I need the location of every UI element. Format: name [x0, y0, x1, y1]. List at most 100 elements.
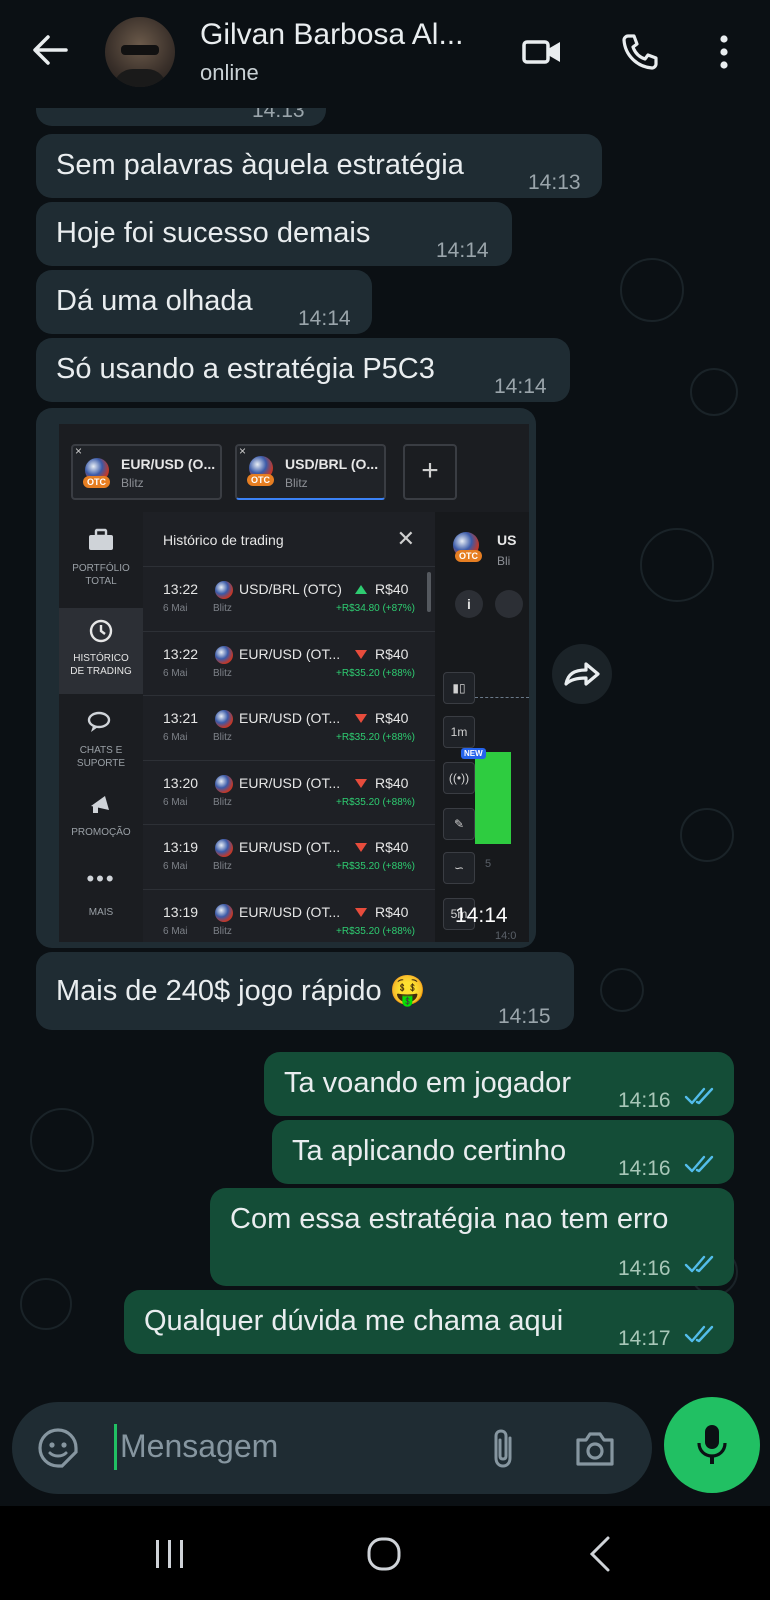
info-icon: i: [455, 590, 483, 618]
trade-row: 13:21 6 Mai Blitz EUR/USD (OT... R$40 +R$35.2…: [143, 695, 435, 760]
trade-type: Blitz: [213, 861, 232, 873]
forward-button[interactable]: [552, 644, 612, 704]
message-text: Hoje foi sucesso demais: [56, 217, 371, 249]
tab-sub: Blitz: [121, 476, 144, 490]
message-text: Só usando a estratégia P5C3: [56, 353, 435, 385]
back-arrow-icon[interactable]: [30, 30, 70, 70]
trade-row: 13:20 6 Mai Blitz EUR/USD (OT... R$40 +R$35.2…: [143, 759, 435, 825]
trade-pair: EUR/USD (OT...: [239, 645, 341, 662]
message-text: Com essa estratégia nao tem erro: [230, 1203, 669, 1235]
sidebar-label: MAIS: [88, 907, 114, 918]
trade-profit: +R$35.20 (+88%): [336, 796, 415, 808]
message-bubble-partial[interactable]: 14:13: [36, 108, 326, 126]
more-dots-icon: •••: [86, 866, 116, 891]
trade-type: Blitz: [213, 603, 232, 614]
message-time: 14:16: [618, 1089, 671, 1112]
message-input-bar[interactable]: Mensagem: [12, 1402, 652, 1494]
candle-type-icon: ▮▯: [443, 672, 475, 704]
text-caret: [114, 1424, 117, 1470]
tab-name: USD/BRL (O...: [285, 456, 379, 472]
contact-name[interactable]: Gilvan Barbosa Al...: [200, 18, 463, 52]
message-bubble-incoming[interactable]: Só usando a estratégia P5C3 14:14: [36, 338, 570, 402]
video-call-icon[interactable]: [520, 30, 564, 74]
tab-name: EUR/USD (O...: [121, 456, 216, 472]
nav-back-icon[interactable]: [582, 1534, 618, 1574]
doodle: [30, 1108, 94, 1172]
double-check-icon: [684, 1087, 714, 1105]
trade-amount: R$40: [375, 645, 409, 662]
trade-type: Blitz: [213, 667, 232, 679]
message-bubble-outgoing[interactable]: Qualquer dúvida me chama aqui 14:17: [124, 1290, 734, 1354]
pair-sub: Bli: [497, 554, 511, 568]
more-vert-icon[interactable]: [702, 30, 746, 74]
camera-icon[interactable]: [572, 1426, 618, 1470]
megaphone-icon: [59, 792, 143, 818]
arrow-up-icon: [355, 585, 367, 594]
add-tab-icon: +: [403, 444, 457, 500]
recent-apps-icon[interactable]: [150, 1536, 190, 1572]
trade-pair: EUR/USD (OT...: [239, 904, 341, 920]
trade-amount: R$40: [375, 839, 409, 856]
attach-icon[interactable]: [484, 1426, 524, 1472]
sticker-icon[interactable]: [36, 1426, 80, 1470]
faded-label: 14:0: [495, 930, 517, 942]
close-icon: ✕: [396, 526, 415, 551]
avatar[interactable]: [105, 17, 175, 87]
doodle: [620, 258, 684, 322]
candle-bar: [475, 752, 511, 844]
sidebar-item-more: ••• MAIS: [59, 866, 143, 922]
sidebar-label: DE TRADING: [70, 666, 132, 677]
faded-label: 5: [485, 858, 492, 870]
price-line: [475, 697, 529, 698]
message-input[interactable]: Mensagem: [120, 1428, 278, 1465]
trade-pair: EUR/USD (OT...: [239, 774, 341, 791]
message-text: Ta voando em jogador: [284, 1067, 571, 1099]
history-icon: [59, 618, 143, 644]
otc-badge: OTC: [455, 550, 482, 562]
trade-date: 6 Mai: [163, 796, 188, 808]
trade-amount: R$40: [375, 710, 409, 727]
home-icon[interactable]: [364, 1534, 404, 1574]
sidebar-label: CHATS E: [79, 745, 123, 756]
message-bubble-incoming[interactable]: Mais de 240$ jogo rápido 🤑 14:15: [36, 952, 574, 1030]
trading-screenshot[interactable]: × OTC EUR/USD (O... Blitz × OTC USD/BRL …: [59, 424, 529, 942]
timeframe-1m-button: 1m: [443, 716, 475, 748]
flag-icon: [215, 581, 233, 599]
screenshot-tab-active: × OTC USD/BRL (O... Blitz: [235, 444, 386, 500]
message-time: 14:16: [618, 1157, 671, 1180]
message-time: 14:17: [618, 1327, 671, 1350]
flag-icon: [215, 904, 233, 922]
tab-sub: Blitz: [285, 476, 308, 490]
new-badge: NEW: [461, 748, 486, 759]
trade-row: 13:22 6 Mai Blitz USD/BRL (OTC) R$40 +R$34.80…: [143, 566, 435, 631]
trade-amount: R$40: [375, 774, 409, 791]
sidebar-item-promo: PROMOÇÃO: [59, 792, 143, 852]
message-bubble-incoming[interactable]: Sem palavras àquela estratégia 14:13: [36, 134, 602, 198]
trading-history-panel: Histórico de trading ✕ 13:22 6 Mai Blitz US…: [143, 512, 435, 942]
mic-button[interactable]: [664, 1397, 760, 1493]
message-bubble-incoming[interactable]: Dá uma olhada 14:14: [36, 270, 372, 334]
doodle: [640, 528, 714, 602]
trade-date: 6 Mai: [163, 732, 188, 744]
arrow-down-icon: [355, 843, 367, 853]
message-bubble-outgoing[interactable]: Ta voando em jogador 14:16: [264, 1052, 734, 1116]
message-bubble-incoming[interactable]: Hoje foi sucesso demais 14:14: [36, 202, 512, 266]
trade-pair: EUR/USD (OT...: [239, 710, 341, 727]
doodle: [20, 1278, 72, 1330]
sidebar-item-chats: CHATS E SUPORTE: [59, 710, 143, 780]
message-time: 14:13: [528, 171, 581, 194]
sidebar-label: SUPORTE: [76, 758, 126, 769]
arrow-down-icon: [355, 714, 367, 724]
message-time: 14:14: [436, 239, 489, 262]
message-bubble-outgoing[interactable]: Ta aplicando certinho 14:16: [272, 1120, 734, 1184]
doodle: [680, 808, 734, 862]
phone-icon[interactable]: [618, 30, 662, 74]
chat-area[interactable]: 14:13 Sem palavras àquela estratégia 14:…: [0, 108, 770, 1398]
doodle: [600, 968, 644, 1012]
message-bubble-outgoing[interactable]: Com essa estratégia nao tem erro 14:16: [210, 1188, 734, 1286]
message-time: 14:13: [252, 108, 305, 122]
flag-icon: [215, 645, 233, 664]
trade-amount: R$40: [375, 581, 409, 597]
scrollbar: [427, 572, 431, 612]
trade-pair: USD/BRL (OTC): [239, 581, 342, 597]
